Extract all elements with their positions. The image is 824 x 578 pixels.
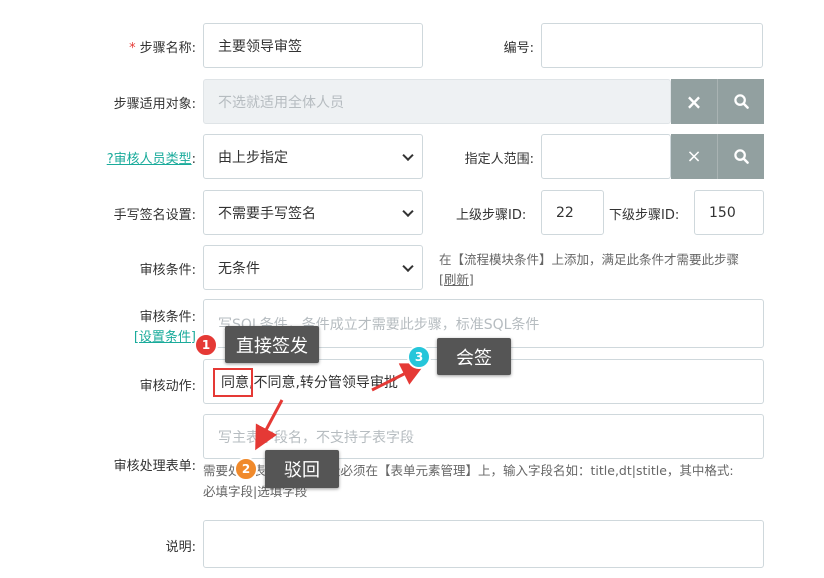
signature-label: 手写签名设置:	[113, 208, 196, 223]
step-name-input[interactable]: 主要领导审签	[203, 23, 423, 68]
prev-step-label: 上级步骤ID:	[456, 208, 527, 223]
description-label: 说明:	[165, 540, 196, 555]
number-input[interactable]	[541, 23, 763, 68]
number-label: 编号:	[503, 41, 534, 56]
condition-label: 审核条件:	[139, 263, 196, 278]
designated-range-label: 指定人范围:	[464, 152, 534, 167]
applicable-label: 步骤适用对象:	[113, 97, 196, 112]
annotation-callout-2: 驳回	[265, 450, 339, 488]
highlight-box	[213, 368, 253, 397]
search-icon	[733, 94, 749, 109]
next-step-input[interactable]: 150	[694, 190, 764, 235]
step-name-label: * 步骤名称:	[129, 41, 196, 56]
next-step-label: 下级步骤ID:	[609, 208, 680, 223]
annotation-callout-1: 直接签发	[225, 326, 319, 363]
designated-range-input[interactable]	[541, 134, 671, 179]
annotation-badge-3: 3	[407, 345, 431, 369]
annotation-callout-3: 会签	[437, 338, 511, 375]
required-mark: *	[129, 41, 136, 56]
applicable-clear-button[interactable]: ×	[671, 79, 718, 124]
condition-select[interactable]: 无条件	[203, 245, 423, 290]
prev-step-input[interactable]: 22	[541, 190, 604, 235]
condition-sql-label: 审核条件:	[139, 310, 196, 325]
annotation-badge-2: 2	[234, 457, 258, 481]
applicable-search-button[interactable]	[718, 79, 764, 124]
form-fields-label: 审核处理表单:	[113, 459, 196, 474]
close-icon: ×	[686, 146, 702, 167]
condition-refresh-link[interactable]: [刷新]	[439, 269, 474, 288]
action-label: 审核动作:	[139, 379, 196, 394]
approver-type-select[interactable]: 由上步指定	[203, 134, 423, 179]
approver-type-label: ?审核人员类型:	[106, 152, 196, 167]
designated-range-search-button[interactable]	[718, 134, 764, 179]
annotation-badge-1: 1	[194, 333, 218, 357]
description-input[interactable]	[203, 520, 764, 568]
search-icon	[733, 149, 749, 164]
approver-type-help-link[interactable]: ?审核人员类型	[107, 152, 192, 167]
designated-range-clear-button[interactable]: ×	[671, 134, 718, 179]
condition-hint: 在【流程模块条件】上添加，满足此条件才需要此步骤	[439, 252, 740, 267]
signature-select[interactable]: 不需要手写签名	[203, 190, 423, 235]
close-icon: ×	[685, 89, 703, 114]
applicable-input[interactable]: 不选就适用全体人员	[203, 79, 671, 124]
set-condition-link[interactable]: [设置条件]	[134, 326, 196, 345]
